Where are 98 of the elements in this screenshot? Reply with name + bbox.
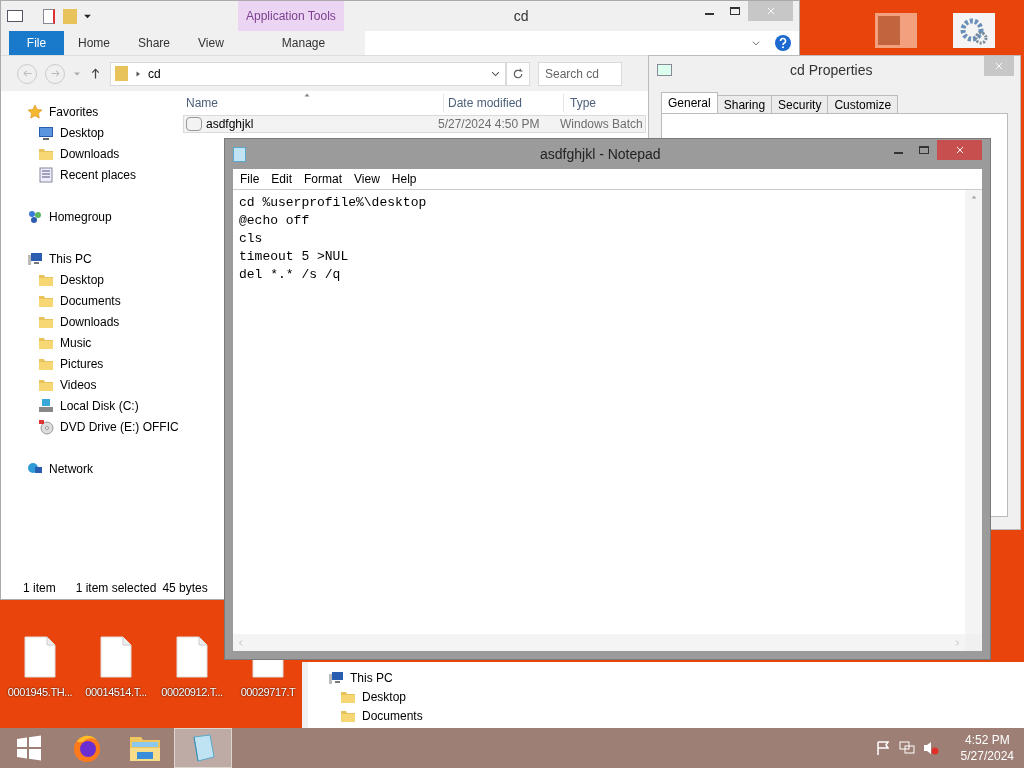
ribbon-tab[interactable]: Home bbox=[64, 31, 124, 55]
search-field[interactable]: Search cd bbox=[538, 61, 622, 86]
file-name[interactable]: 0001945.TH... bbox=[7, 684, 73, 701]
batch-file-icon bbox=[186, 117, 202, 131]
nav-item[interactable]: Videos bbox=[1, 374, 97, 395]
drive-icon bbox=[38, 397, 54, 414]
nav-item[interactable]: DVD Drive (E:) OFFIC bbox=[1, 416, 179, 437]
file-name[interactable]: 00029717.T bbox=[240, 684, 296, 701]
ribbon-tab[interactable]: View bbox=[184, 31, 238, 55]
close-icon bbox=[954, 145, 965, 155]
menu-item[interactable]: Help bbox=[386, 170, 422, 188]
column-header[interactable]: Type bbox=[563, 94, 596, 112]
document-icon bbox=[100, 636, 132, 678]
window-title: cd Properties bbox=[790, 60, 873, 80]
computer-icon bbox=[328, 669, 344, 686]
nav-item[interactable]: Network bbox=[1, 458, 93, 479]
taskbar-button[interactable] bbox=[174, 728, 232, 768]
folder-icon bbox=[115, 66, 128, 81]
star-icon bbox=[27, 103, 43, 120]
document-icon bbox=[24, 636, 56, 678]
notepad-icon bbox=[233, 146, 246, 162]
file-tab[interactable]: File bbox=[9, 31, 64, 55]
up-arrow-icon[interactable] bbox=[89, 67, 102, 80]
windows-logo-icon bbox=[16, 735, 42, 761]
clock-time[interactable]: 4:52 PM bbox=[964, 732, 1010, 748]
minimize-icon bbox=[704, 13, 714, 15]
status-text: 45 bytes bbox=[162, 580, 208, 597]
window-title: asdfghjkl - Notepad bbox=[540, 144, 661, 164]
column-header[interactable]: Date modified bbox=[443, 94, 563, 112]
window-thumbnail-icon bbox=[875, 13, 917, 48]
file-name[interactable]: 00020912.T... bbox=[161, 684, 223, 701]
document-icon bbox=[176, 636, 208, 678]
menu-item[interactable]: Edit bbox=[266, 170, 298, 188]
maximize-icon bbox=[730, 7, 740, 15]
people-dots-icon bbox=[27, 208, 43, 225]
vertical-scrollbar[interactable] bbox=[965, 190, 982, 634]
disc-icon bbox=[38, 418, 54, 435]
text-line: @echo off bbox=[239, 212, 310, 230]
chevron-right-icon bbox=[134, 69, 142, 78]
chevron-down-icon[interactable] bbox=[751, 38, 761, 48]
refresh-button[interactable] bbox=[506, 61, 530, 86]
status-text: 1 item selected bbox=[75, 580, 157, 597]
nav-item[interactable]: Homegroup bbox=[1, 206, 112, 227]
status-text: 1 item bbox=[23, 580, 56, 597]
nav-item[interactable]: This PC bbox=[308, 668, 393, 687]
checklist-icon[interactable] bbox=[43, 8, 55, 24]
type-text: Windows Batch bbox=[560, 116, 643, 133]
muted-speaker-icon[interactable] bbox=[922, 740, 939, 756]
minimize-icon bbox=[893, 152, 903, 154]
nav-item[interactable]: Desktop bbox=[1, 269, 105, 290]
sort-arrow-icon bbox=[303, 91, 311, 99]
file-name[interactable]: 00014514.T... bbox=[85, 684, 147, 701]
text-line: cd %userprofile%\desktop bbox=[239, 194, 427, 212]
properties-icon[interactable] bbox=[7, 10, 23, 22]
file-row[interactable]: asdfghjkl 5/27/2024 4:50 PM Windows Batch bbox=[183, 115, 646, 133]
nav-item[interactable]: Pictures bbox=[1, 353, 104, 374]
document-list-icon bbox=[38, 166, 54, 183]
nav-item[interactable]: Recent places bbox=[1, 164, 137, 185]
text-line: timeout 5 >NUL bbox=[239, 248, 349, 266]
nav-item[interactable]: Documents bbox=[308, 706, 423, 725]
menu-item[interactable]: File bbox=[235, 170, 265, 188]
properties-icon bbox=[657, 64, 672, 76]
column-header[interactable]: Name bbox=[183, 94, 443, 112]
forward-icon bbox=[49, 68, 61, 79]
address-bar[interactable]: cd bbox=[110, 61, 506, 86]
menu-item[interactable]: Format bbox=[299, 170, 348, 188]
close-icon bbox=[994, 61, 1004, 71]
nav-item[interactable]: Downloads bbox=[1, 143, 120, 164]
network-icon[interactable] bbox=[898, 740, 915, 756]
close-icon bbox=[765, 6, 776, 16]
nav-item[interactable]: Favorites bbox=[1, 101, 99, 122]
maximize-icon bbox=[919, 146, 929, 154]
nav-item[interactable]: Desktop bbox=[1, 122, 105, 143]
clock-date[interactable]: 5/27/2024 bbox=[960, 748, 1014, 764]
monitor-icon bbox=[38, 124, 54, 141]
nav-item[interactable]: Documents bbox=[1, 290, 121, 311]
file-name: asdfghjkl bbox=[205, 116, 255, 133]
refresh-icon bbox=[512, 67, 524, 80]
path-text: cd bbox=[148, 65, 161, 83]
nav-item[interactable]: Desktop bbox=[308, 687, 407, 706]
ribbon-tab[interactable]: Share bbox=[124, 31, 185, 55]
nav-item[interactable]: Music bbox=[1, 332, 92, 353]
folder-icon bbox=[129, 734, 161, 762]
back-icon bbox=[21, 68, 33, 79]
ribbon-tab[interactable]: Manage bbox=[241, 31, 366, 55]
nav-item[interactable]: This PC bbox=[1, 248, 92, 269]
window-title: cd bbox=[513, 6, 529, 26]
tab[interactable]: General bbox=[661, 92, 718, 114]
text-line: del *.* /s /q bbox=[239, 266, 341, 284]
nav-item[interactable]: Local Disk (C:) bbox=[1, 395, 139, 416]
text-line: cls bbox=[239, 230, 263, 248]
menu-item[interactable]: View bbox=[349, 170, 385, 188]
date-text: 5/27/2024 4:50 PM bbox=[438, 116, 541, 133]
context-tab-group: Application Tools bbox=[238, 1, 344, 31]
help-icon[interactable] bbox=[775, 35, 791, 51]
flag-icon[interactable] bbox=[874, 740, 891, 756]
nav-item[interactable]: Downloads bbox=[1, 311, 120, 332]
computer-icon bbox=[27, 250, 43, 267]
